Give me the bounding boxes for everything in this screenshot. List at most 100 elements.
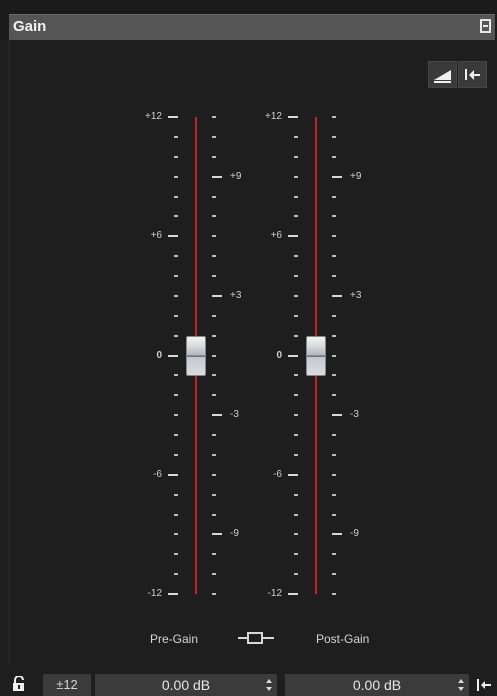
scale-tick xyxy=(174,195,178,198)
scale-tick xyxy=(332,453,336,456)
scale-tick xyxy=(332,434,336,436)
scale-tick xyxy=(294,453,298,456)
scale-tick xyxy=(332,573,336,576)
scale-label: +6 xyxy=(150,230,162,242)
spinner-icon[interactable] xyxy=(265,677,273,693)
scale-tick xyxy=(332,493,336,496)
scale-tick xyxy=(212,513,216,516)
scale-tick xyxy=(294,493,298,496)
post-gain-fader-handle[interactable] xyxy=(306,335,326,376)
unlock-icon[interactable] xyxy=(12,676,26,692)
scale-tick xyxy=(294,434,298,436)
scale-tick xyxy=(212,414,222,417)
scale-tick xyxy=(174,155,178,158)
ramp-icon xyxy=(434,70,451,83)
scale-tick xyxy=(288,473,298,476)
reset-button[interactable] xyxy=(458,61,487,88)
scale-tick xyxy=(212,334,216,337)
pre-gain-fader-handle[interactable] xyxy=(186,335,206,376)
scale-tick xyxy=(174,334,178,337)
scale-tick xyxy=(332,275,336,277)
scale-tick xyxy=(212,215,216,218)
scale-tick xyxy=(294,215,298,218)
scale-tick xyxy=(174,215,178,218)
scale-tick xyxy=(294,513,298,516)
scale-tick xyxy=(212,434,216,436)
range-button[interactable]: ±12 xyxy=(43,674,91,696)
scale-tick xyxy=(174,275,178,277)
scale-tick xyxy=(288,116,298,118)
scale-label: +3 xyxy=(350,289,362,301)
scale-tick xyxy=(212,116,216,118)
scale-label: -6 xyxy=(153,468,162,480)
scale-tick xyxy=(332,414,342,417)
pre-gain-label: Pre-Gain xyxy=(150,632,199,646)
scale-tick xyxy=(332,394,336,397)
scale-tick xyxy=(174,493,178,496)
scale-label: -12 xyxy=(147,588,162,599)
scale-tick xyxy=(294,394,298,397)
scale-tick xyxy=(332,354,336,357)
scale-tick xyxy=(294,175,298,178)
collapse-icon[interactable] xyxy=(480,19,491,33)
scale-tick xyxy=(212,354,216,357)
post-gain-value: 0.00 dB xyxy=(352,677,402,693)
scale-tick xyxy=(212,473,216,476)
scale-label: +12 xyxy=(265,111,282,122)
post-gain-value-field[interactable]: 0.00 dB xyxy=(285,674,469,696)
scale-tick xyxy=(332,135,336,138)
scale-tick xyxy=(212,493,216,496)
scale-tick xyxy=(332,334,336,337)
reset-to-zero-icon xyxy=(465,69,480,80)
link-faders-icon[interactable] xyxy=(238,632,274,644)
scale-tick xyxy=(294,294,298,297)
scale-tick xyxy=(332,215,336,218)
panel-body xyxy=(9,40,496,664)
scale-tick xyxy=(212,175,222,178)
reset-all-icon[interactable] xyxy=(477,679,491,691)
scale-tick xyxy=(174,533,178,536)
scale-tick xyxy=(288,354,298,357)
scale-tick xyxy=(174,513,178,516)
scale-tick xyxy=(294,553,298,556)
scale-tick xyxy=(294,314,298,317)
scale-tick xyxy=(332,473,336,476)
pre-gain-value-field[interactable]: 0.00 dB xyxy=(95,674,277,696)
scale-label: -9 xyxy=(350,528,359,540)
scale-tick xyxy=(168,593,178,595)
scale-tick xyxy=(332,593,336,595)
spinner-icon[interactable] xyxy=(457,677,465,693)
scale-tick xyxy=(294,414,298,417)
scale-tick xyxy=(174,294,178,297)
scale-label: -9 xyxy=(230,528,239,540)
scale-tick xyxy=(212,533,222,536)
scale-tick xyxy=(174,573,178,576)
scale-tick xyxy=(174,314,178,317)
scale-tick xyxy=(332,314,336,317)
scale-tick xyxy=(212,453,216,456)
scale-label: +12 xyxy=(145,111,162,122)
scale-tick xyxy=(174,394,178,397)
scale-tick xyxy=(168,473,178,476)
scale-tick xyxy=(332,533,342,536)
scale-label: -12 xyxy=(267,588,282,599)
scale-tick xyxy=(332,553,336,556)
scale-tick xyxy=(212,553,216,556)
scale-tick xyxy=(212,314,216,317)
scale-tick xyxy=(212,593,216,595)
scale-label: 0 xyxy=(276,349,282,361)
scale-tick xyxy=(212,255,216,258)
scale-tick xyxy=(174,414,178,417)
scale-tick xyxy=(212,195,216,198)
scale-tick xyxy=(174,255,178,258)
scale-tick xyxy=(294,195,298,198)
ramp-button[interactable] xyxy=(428,61,457,88)
scale-tick xyxy=(294,573,298,576)
scale-tick xyxy=(294,533,298,536)
scale-tick xyxy=(212,394,216,397)
post-gain-label: Post-Gain xyxy=(316,632,370,646)
scale-tick xyxy=(212,573,216,576)
scale-tick xyxy=(332,235,336,238)
scale-tick xyxy=(332,294,342,297)
scale-tick xyxy=(212,155,216,158)
